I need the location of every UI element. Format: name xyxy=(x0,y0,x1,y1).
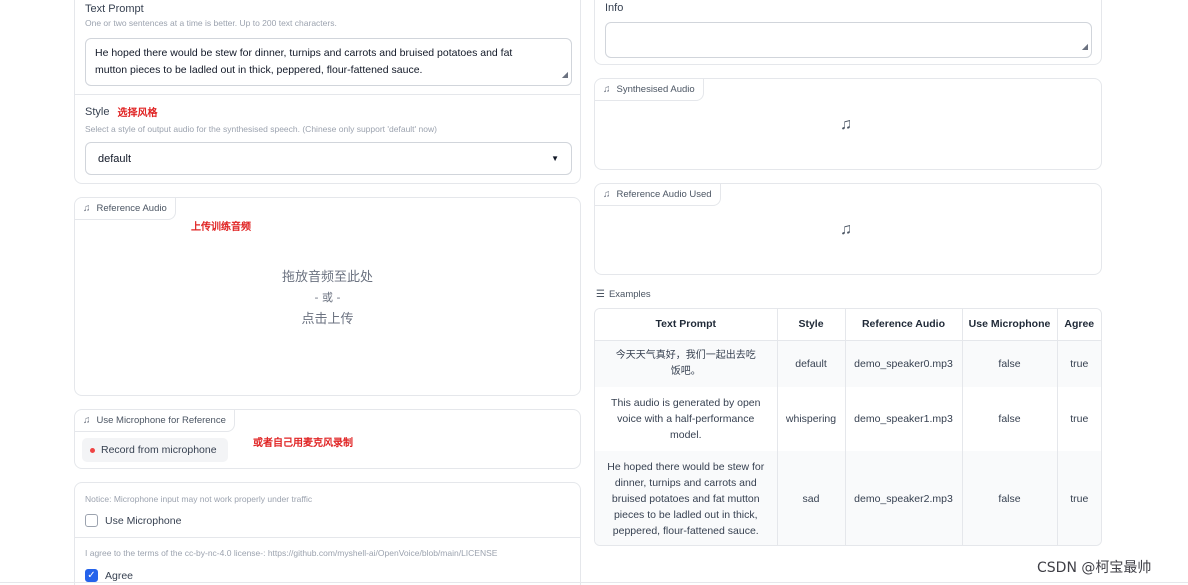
text-prompt-line-1: He hoped there would be stew for dinner,… xyxy=(95,47,513,59)
info-output[interactable]: ◢ xyxy=(605,22,1092,58)
style-title: Style xyxy=(85,105,110,118)
table-row[interactable]: 今天天气真好，我们一起出去吃 饭吧。 default demo_speaker0… xyxy=(595,340,1101,387)
cell-agree: true xyxy=(1070,413,1089,425)
cell-prompt: 今天天气真好，我们一起出去吃 饭吧。 xyxy=(595,340,778,387)
reference-audio-used-panel: ♫ Reference Audio Used ♫ xyxy=(594,183,1102,275)
cell-style: default xyxy=(777,340,846,387)
reference-audio-annotation: 上传训练音频 xyxy=(191,222,251,233)
text-prompt-line-2: mutton pieces to be ladled out in thick,… xyxy=(95,64,423,76)
column-header-text-prompt: Text Prompt xyxy=(595,309,778,341)
bottom-divider xyxy=(0,582,1188,583)
cell-audio: demo_speaker1.mp3 xyxy=(845,387,963,451)
examples-table-container: Text Prompt Style Reference Audio Use Mi… xyxy=(594,308,1102,546)
info-title: Info xyxy=(605,2,624,14)
or-text: - 或 - xyxy=(314,291,341,304)
drop-text: 拖放音频至此处 xyxy=(281,270,373,285)
mic-notice-text: Notice: Microphone input may not work pr… xyxy=(85,494,313,504)
column-header-reference-audio: Reference Audio xyxy=(845,309,963,341)
text-prompt-input[interactable]: He hoped there would be stew for dinner,… xyxy=(85,38,572,86)
column-header-agree: Agree xyxy=(1057,309,1101,341)
watermark-text: CSDN @柯宝最帅 xyxy=(1037,560,1152,576)
column-header-style: Style xyxy=(777,309,846,341)
list-icon: ☰ xyxy=(596,289,605,300)
cell-audio: demo_speaker0.mp3 xyxy=(845,340,963,387)
cell-style: whispering xyxy=(777,387,846,451)
audio-upload-dropzone[interactable]: 拖放音频至此处 - 或 - 点击上传 xyxy=(75,266,580,327)
synthesised-audio-panel: ♫ Synthesised Audio ♫ xyxy=(594,78,1102,170)
examples-table: Text Prompt Style Reference Audio Use Mi… xyxy=(595,309,1101,545)
cell-agree: true xyxy=(1057,451,1101,545)
mic-reference-annotation: 或者自己用麦克风录制 xyxy=(253,438,353,449)
caret-down-icon: ▼ xyxy=(551,154,559,163)
music-note-icon: ♫ xyxy=(83,415,91,426)
text-style-panel: Text Prompt One or two sentences at a ti… xyxy=(74,0,581,184)
cell-mic: false xyxy=(962,387,1058,451)
agree-checkbox[interactable]: ✓ Agree xyxy=(85,569,133,582)
music-note-icon: ♫ xyxy=(603,84,611,95)
record-dot-icon xyxy=(90,447,95,453)
music-note-icon: ♫ xyxy=(603,189,611,200)
check-icon[interactable]: ✓ xyxy=(85,569,98,582)
checkbox-box[interactable] xyxy=(85,514,98,527)
cell-audio: demo_speaker2.mp3 xyxy=(845,451,963,545)
license-terms-text: I agree to the terms of the cc-by-nc-4.0… xyxy=(85,548,498,558)
reference-audio-label: ♫ Reference Audio xyxy=(75,198,176,220)
divider xyxy=(75,94,580,95)
style-select[interactable]: default ▼ xyxy=(85,142,572,175)
mic-reference-panel: ♫ Use Microphone for Reference 或者自己用麦克风录… xyxy=(74,409,581,469)
text-prompt-description: One or two sentences at a time is better… xyxy=(85,18,337,28)
cell-agree: true xyxy=(1057,340,1101,387)
examples-header: ☰ Examples xyxy=(596,289,651,300)
info-panel: Info ◢ xyxy=(594,0,1102,65)
table-row[interactable]: This audio is generated by open voice wi… xyxy=(595,387,1101,451)
text-prompt-title: Text Prompt xyxy=(85,3,144,15)
table-row[interactable]: He hoped there would be stew for dinner,… xyxy=(595,451,1101,545)
cell-prompt: He hoped there would be stew for dinner,… xyxy=(595,451,778,545)
cell-mic: false xyxy=(962,340,1058,387)
resize-handle-icon[interactable]: ◢ xyxy=(1082,38,1088,55)
cell-style: sad xyxy=(777,451,846,545)
reference-audio-used-label: ♫ Reference Audio Used xyxy=(595,184,721,206)
cell-prompt: This audio is generated by open voice wi… xyxy=(595,387,778,451)
synthesised-audio-label: ♫ Synthesised Audio xyxy=(595,79,704,101)
cell-mic: false xyxy=(962,451,1058,545)
divider xyxy=(75,537,580,538)
music-note-icon: ♫ xyxy=(83,203,91,214)
column-header-use-microphone: Use Microphone xyxy=(962,309,1058,341)
click-upload-text: 点击上传 xyxy=(301,312,354,327)
reference-audio-panel[interactable]: ♫ Reference Audio 上传训练音频 拖放音频至此处 - 或 - 点… xyxy=(74,197,581,396)
record-from-microphone-button[interactable]: Record from microphone xyxy=(82,438,228,462)
mic-reference-label: ♫ Use Microphone for Reference xyxy=(75,410,235,432)
style-selected-value: default xyxy=(98,152,132,165)
table-header-row: Text Prompt Style Reference Audio Use Mi… xyxy=(595,309,1101,341)
use-microphone-checkbox[interactable]: Use Microphone xyxy=(85,514,181,527)
style-description: Select a style of output audio for the s… xyxy=(85,124,437,134)
style-annotation: 选择风格 xyxy=(117,108,158,119)
music-note-icon: ♫ xyxy=(840,116,852,133)
options-panel: Notice: Microphone input may not work pr… xyxy=(74,482,581,585)
resize-handle-icon[interactable]: ◢ xyxy=(562,66,568,83)
music-note-icon: ♫ xyxy=(840,221,852,238)
